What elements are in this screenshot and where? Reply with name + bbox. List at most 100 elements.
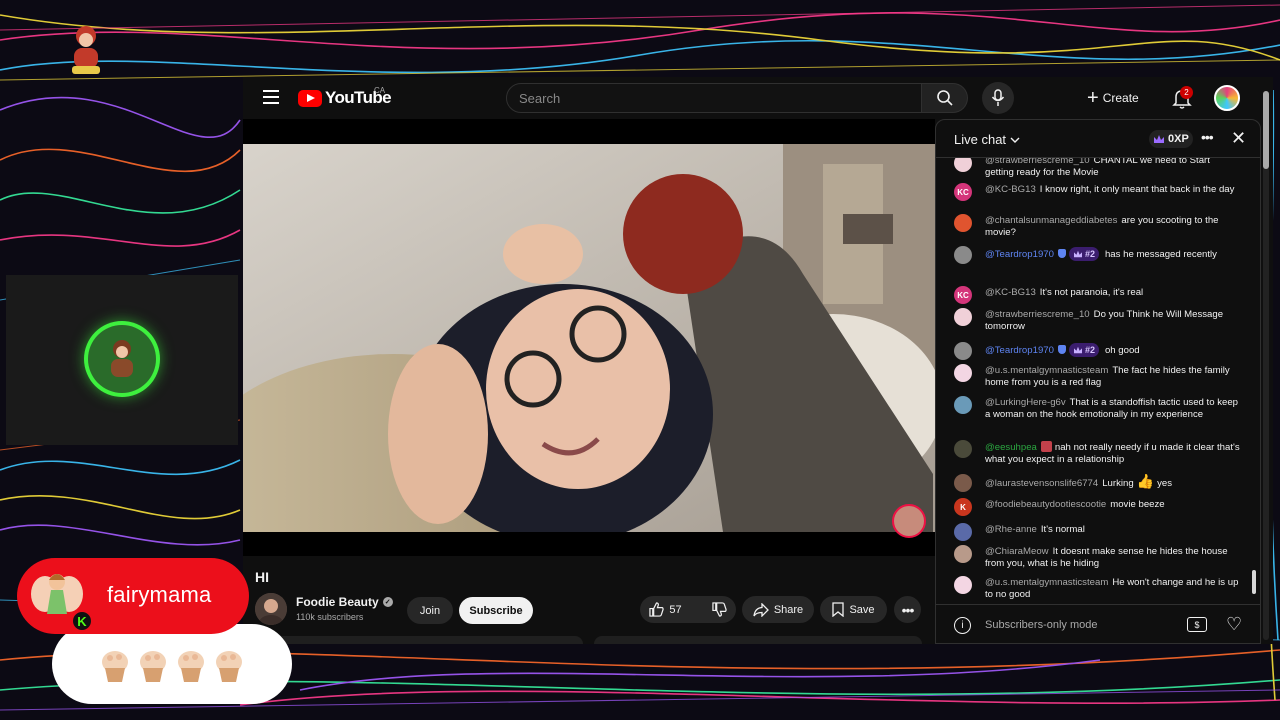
chat-text: I know right, it only meant that back in… bbox=[1039, 184, 1235, 195]
like-button[interactable]: 57 bbox=[639, 596, 691, 623]
menu-icon[interactable] bbox=[263, 90, 279, 104]
chat-author[interactable]: @LurkingHere-g6v bbox=[985, 397, 1066, 408]
chevron-down-icon bbox=[1010, 137, 1020, 143]
dislike-button[interactable] bbox=[702, 596, 737, 623]
related-card[interactable] bbox=[594, 636, 922, 644]
chat-text: It's normal bbox=[1040, 524, 1085, 535]
description-card[interactable] bbox=[255, 636, 583, 644]
webcam-avatar bbox=[88, 325, 156, 393]
youtube-play-icon bbox=[298, 89, 322, 107]
channel-name-row[interactable]: Foodie Beauty ✓ bbox=[296, 595, 393, 609]
channel-avatar-image bbox=[255, 593, 287, 625]
chat-message-body: @laurastevensonslife6774 Lurking 👍 yes bbox=[985, 474, 1241, 490]
like-dislike-group: 57 bbox=[640, 596, 736, 623]
share-button[interactable]: Share bbox=[742, 596, 814, 623]
chat-avatar bbox=[954, 474, 972, 492]
chat-message-body: @strawberriescreme_10 CHANTAL we need to … bbox=[985, 158, 1241, 180]
chat-author[interactable]: @u.s.mentalgymnasticsteam bbox=[985, 577, 1108, 588]
streamer-name-pill: K fairymama bbox=[17, 558, 249, 634]
chat-author[interactable]: @Teardrop1970 bbox=[985, 249, 1054, 260]
chat-message-body: @eesuhpea nah not really needy if u made … bbox=[985, 441, 1241, 467]
search-input[interactable]: Search bbox=[506, 83, 922, 113]
chat-author[interactable]: @u.s.mentalgymnasticsteam bbox=[985, 365, 1108, 376]
chat-author[interactable]: @KC-BG13 bbox=[985, 184, 1036, 195]
country-code: CA bbox=[374, 86, 386, 95]
page-scrollbar[interactable] bbox=[1263, 91, 1269, 640]
dollar-icon[interactable]: $ bbox=[1187, 617, 1207, 632]
chat-avatar bbox=[954, 342, 972, 360]
chat-more-icon[interactable]: ••• bbox=[1201, 129, 1214, 145]
rank-badge: #2 bbox=[1068, 247, 1099, 261]
close-icon[interactable]: ✕ bbox=[1231, 128, 1246, 149]
chat-avatar: KC bbox=[954, 183, 972, 201]
chat-avatar bbox=[954, 545, 972, 563]
channel-avatar[interactable] bbox=[255, 593, 287, 625]
search-placeholder: Search bbox=[519, 91, 561, 106]
rank-badge: #2 bbox=[1068, 343, 1099, 357]
chat-author[interactable]: @ChiaraMeow bbox=[985, 546, 1049, 557]
crown-icon bbox=[1073, 346, 1082, 354]
xp-badge[interactable]: 0XP bbox=[1149, 130, 1193, 148]
channel-name[interactable]: Foodie Beauty bbox=[296, 595, 379, 609]
streamer-username: fairymama bbox=[107, 582, 212, 607]
youtube-window: YouTube CA Search + Create 2 HI Foodie B… bbox=[243, 77, 1273, 644]
like-count: 57 bbox=[669, 603, 682, 616]
chat-message-body: @ChiaraMeow It doesnt make sense he hides… bbox=[985, 546, 1241, 571]
chat-author[interactable]: @laurastevensonslife6774 bbox=[985, 478, 1098, 489]
chat-author[interactable]: @Rhe-anne bbox=[985, 524, 1037, 535]
heart-icon[interactable]: ♡ bbox=[1226, 614, 1242, 635]
chat-author[interactable]: @Teardrop1970 bbox=[985, 345, 1054, 356]
like-icon bbox=[649, 602, 665, 617]
scrollbar-thumb[interactable] bbox=[1263, 91, 1269, 169]
chat-scrollbar[interactable] bbox=[1252, 570, 1256, 594]
share-label: Share bbox=[773, 603, 804, 616]
chat-avatar: KC bbox=[954, 286, 972, 304]
live-chat-dropdown[interactable]: Live chat bbox=[954, 132, 1020, 147]
moderator-icon bbox=[1057, 345, 1066, 354]
chat-avatar bbox=[954, 214, 972, 232]
chat-author[interactable]: @chantalsunmanageddiabetes bbox=[985, 215, 1117, 226]
save-label: Save bbox=[849, 603, 875, 616]
chat-message-body: @strawberriescreme_10 Do you Think he Wil… bbox=[985, 309, 1241, 334]
video-player[interactable] bbox=[243, 119, 935, 556]
chat-message-body: @Rhe-anne It's normal bbox=[985, 524, 1241, 536]
live-chat-title: Live chat bbox=[954, 132, 1007, 147]
crown-icon bbox=[1073, 250, 1082, 258]
live-chat-header: Live chat 0XP ••• ✕ bbox=[936, 120, 1260, 158]
chat-footer: i Subscribers-only mode $ ♡ bbox=[936, 604, 1260, 643]
chat-avatar bbox=[954, 246, 972, 264]
chat-author[interactable]: @eesuhpea bbox=[985, 442, 1037, 453]
voice-search-button[interactable] bbox=[982, 82, 1014, 114]
join-button[interactable]: Join bbox=[407, 597, 453, 624]
chat-message-body: @u.s.mentalgymnasticsteam The fact he hid… bbox=[985, 365, 1241, 390]
chat-message-body: @u.s.mentalgymnasticsteam He won't change… bbox=[985, 577, 1241, 602]
chat-text: Lurking bbox=[1102, 478, 1134, 489]
chat-avatar bbox=[954, 364, 972, 382]
subscribe-button[interactable]: Subscribe bbox=[459, 597, 533, 624]
mic-icon bbox=[991, 89, 1005, 106]
search-button[interactable] bbox=[922, 83, 968, 113]
live-chat-panel: Live chat 0XP ••• ✕ @strawberriescreme_1… bbox=[935, 119, 1261, 644]
chat-author[interactable]: @foodiebeautydootiescootie bbox=[985, 499, 1106, 510]
chat-author[interactable]: @strawberriescreme_10 bbox=[985, 158, 1090, 166]
kick-icon: K bbox=[71, 610, 93, 632]
more-actions-button[interactable]: ••• bbox=[894, 596, 921, 623]
save-button[interactable]: Save bbox=[820, 596, 887, 623]
plus-icon: + bbox=[1087, 87, 1099, 109]
chat-author[interactable]: @strawberriescreme_10 bbox=[985, 309, 1090, 320]
chat-text: movie beeze bbox=[1110, 499, 1165, 510]
webcam-overlay bbox=[6, 275, 238, 445]
chat-message-body: @foodiebeautydootiescootie movie beeze bbox=[985, 499, 1241, 511]
create-button[interactable]: + Create bbox=[1087, 86, 1139, 110]
xp-label: 0XP bbox=[1168, 133, 1189, 145]
video-frame bbox=[243, 144, 935, 532]
cupcake-icon bbox=[216, 651, 242, 682]
info-icon[interactable]: i bbox=[954, 617, 971, 634]
chat-avatar bbox=[954, 576, 972, 594]
account-avatar[interactable] bbox=[1214, 85, 1240, 111]
chat-avatar bbox=[954, 440, 972, 458]
cupcake-pill bbox=[52, 624, 292, 704]
chat-author[interactable]: @KC-BG13 bbox=[985, 287, 1036, 298]
chat-message-body: @KC-BG13 It's not paranoia, it's real bbox=[985, 287, 1241, 299]
chat-text: has he messaged recently bbox=[1104, 249, 1217, 260]
